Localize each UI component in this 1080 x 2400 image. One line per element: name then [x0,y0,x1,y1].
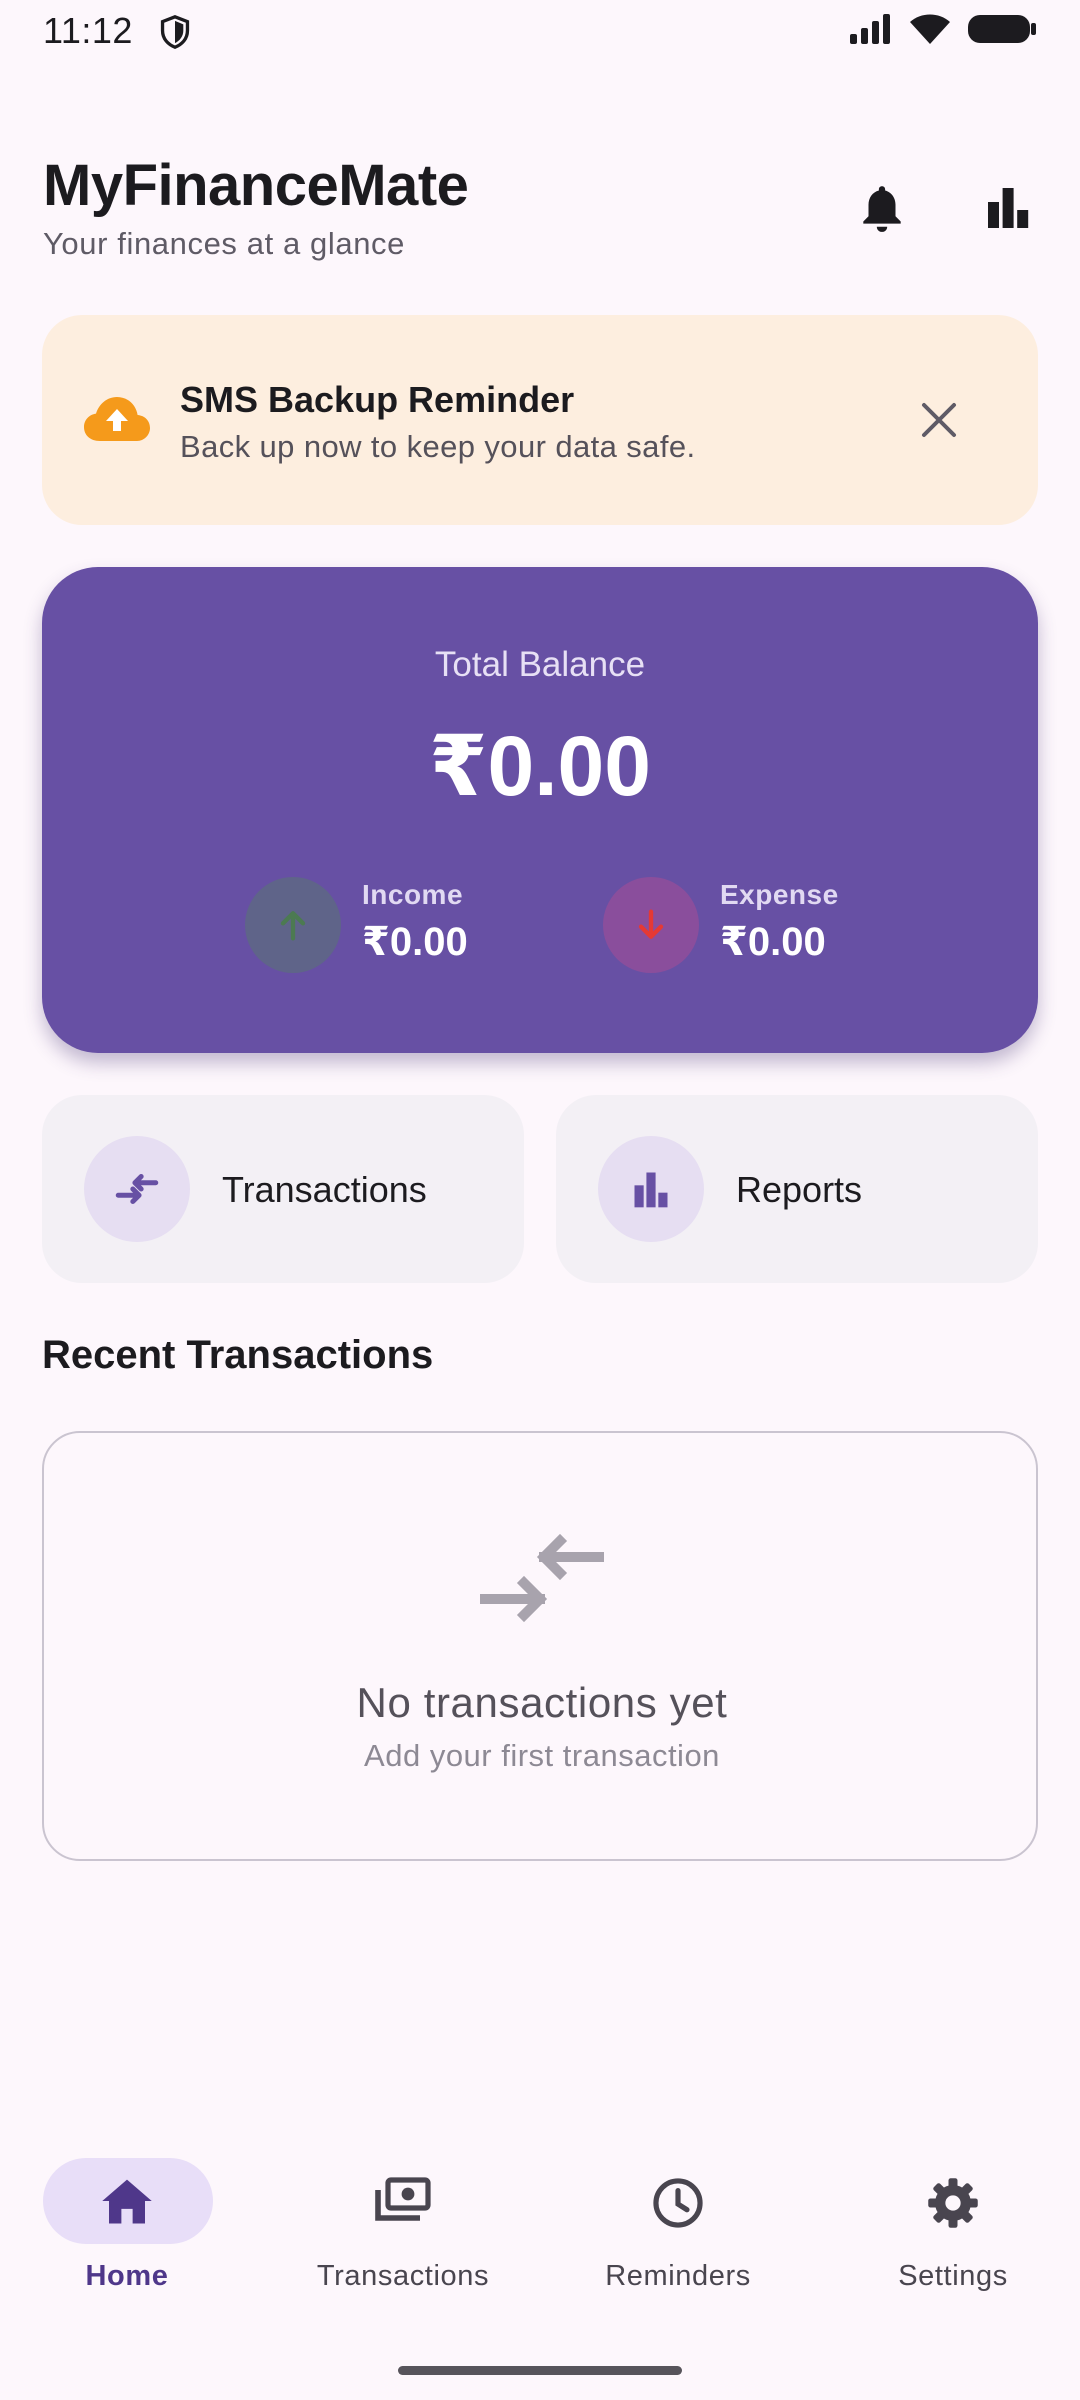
total-balance-amount: ₹0.00 [429,719,651,813]
nav-label-reminders: Reminders [605,2260,751,2292]
reports-quick-action[interactable]: Reports [556,1095,1038,1283]
cloud-upload-icon [82,393,152,443]
total-balance-label: Total Balance [434,645,646,684]
expense-label: Expense [720,879,839,910]
app-subtitle: Your finances at a glance [43,226,405,261]
nav-item-settings[interactable]: Settings [843,2158,1063,2308]
nav-item-transactions[interactable]: Transactions [293,2158,513,2308]
nav-item-home[interactable]: Home [17,2158,237,2308]
nav-label-transactions: Transactions [316,2260,490,2292]
gesture-home-indicator[interactable] [398,2366,682,2375]
expense-value: ₹0.00 [720,920,826,964]
recent-transactions-title: Recent Transactions [42,1333,434,1377]
arrow-up-icon [280,911,306,941]
empty-state-title: No transactions yet [356,1679,728,1726]
transactions-quick-action[interactable]: Transactions [42,1095,524,1283]
gear-icon [843,2176,1063,2230]
income-label: Income [362,879,464,910]
transactions-quick-action-label: Transactions [222,1169,427,1210]
empty-transactions-card: No transactions yet Add your first trans… [42,1431,1038,1861]
status-time: 11:12 [43,10,133,51]
banner-text: Back up now to keep your data safe. [180,429,696,464]
nav-item-reminders[interactable]: Reminders [568,2158,788,2308]
sms-backup-banner: SMS Backup Reminder Back up now to keep … [42,315,1038,525]
reports-header-button[interactable] [978,178,1038,238]
swap-arrows-icon [84,1136,190,1242]
wifi-icon [908,12,952,46]
empty-state-subtitle: Add your first transaction [364,1738,720,1773]
nav-label-home: Home [85,2260,169,2292]
banner-title: SMS Backup Reminder [180,379,575,420]
bell-icon [863,186,901,232]
status-indicators [848,12,1038,46]
battery-icon [966,12,1038,46]
app-title: MyFinanceMate [43,153,469,218]
signal-icon [848,12,894,46]
balance-card: Total Balance ₹0.00 Income ₹0.00 Expense… [42,567,1038,1053]
close-banner-button[interactable] [904,385,974,455]
swap-arrows-icon [480,1533,604,1623]
notifications-button[interactable] [852,178,912,238]
bar-chart-icon [988,188,1029,228]
income-value: ₹0.00 [362,920,468,964]
clock-icon [568,2176,788,2230]
close-icon [922,403,956,437]
arrow-down-icon [638,909,664,939]
expense-icon-badge [603,877,699,973]
shield-icon [158,14,192,50]
bar-chart-icon [598,1136,704,1242]
payments-icon [293,2176,513,2226]
income-icon-badge [245,877,341,973]
nav-label-settings: Settings [898,2260,1008,2292]
reports-quick-action-label: Reports [736,1169,863,1210]
home-icon [17,2176,237,2226]
